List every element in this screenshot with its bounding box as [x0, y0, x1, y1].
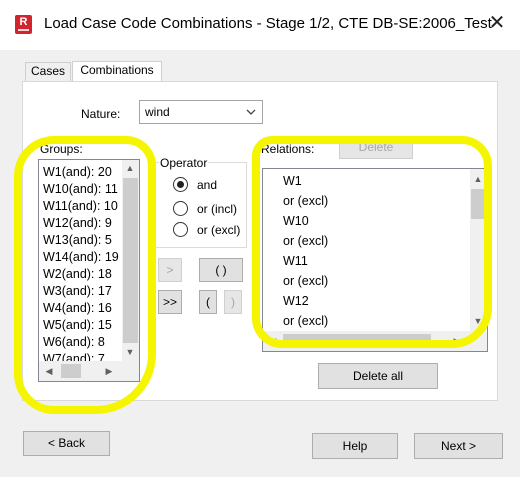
back-button[interactable]: < Back: [23, 431, 110, 456]
nature-value: wind: [145, 105, 170, 119]
next-button[interactable]: Next >: [414, 433, 503, 459]
radio-or-excl-label: or (excl): [197, 223, 241, 237]
operator-label: Operator: [159, 156, 209, 170]
open-paren-button[interactable]: (: [199, 290, 217, 314]
nature-dropdown[interactable]: wind: [139, 100, 263, 124]
radio-and[interactable]: [173, 177, 188, 192]
radio-or-excl[interactable]: [173, 222, 188, 237]
help-button[interactable]: Help: [312, 433, 398, 459]
nature-label: Nature:: [81, 107, 121, 121]
radio-or-incl[interactable]: [173, 201, 188, 216]
chevron-down-icon: [246, 109, 256, 115]
delete-all-button[interactable]: Delete all: [318, 363, 438, 389]
add-all-button[interactable]: >>: [158, 290, 182, 314]
tab-combinations[interactable]: Combinations: [72, 61, 162, 82]
tab-cases[interactable]: Cases: [25, 62, 71, 81]
app-icon: R: [15, 15, 32, 34]
close-paren-button[interactable]: ): [224, 290, 242, 314]
radio-and-label: and: [197, 178, 218, 192]
groups-highlight: [14, 136, 156, 414]
relations-highlight: [252, 136, 492, 348]
parentheses-button[interactable]: ( ): [199, 258, 243, 282]
window-title: Load Case Code Combinations - Stage 1/2,…: [44, 15, 492, 32]
close-icon[interactable]: ✕: [486, 12, 508, 34]
add-button[interactable]: >: [158, 258, 182, 282]
radio-or-incl-label: or (incl): [197, 202, 238, 216]
